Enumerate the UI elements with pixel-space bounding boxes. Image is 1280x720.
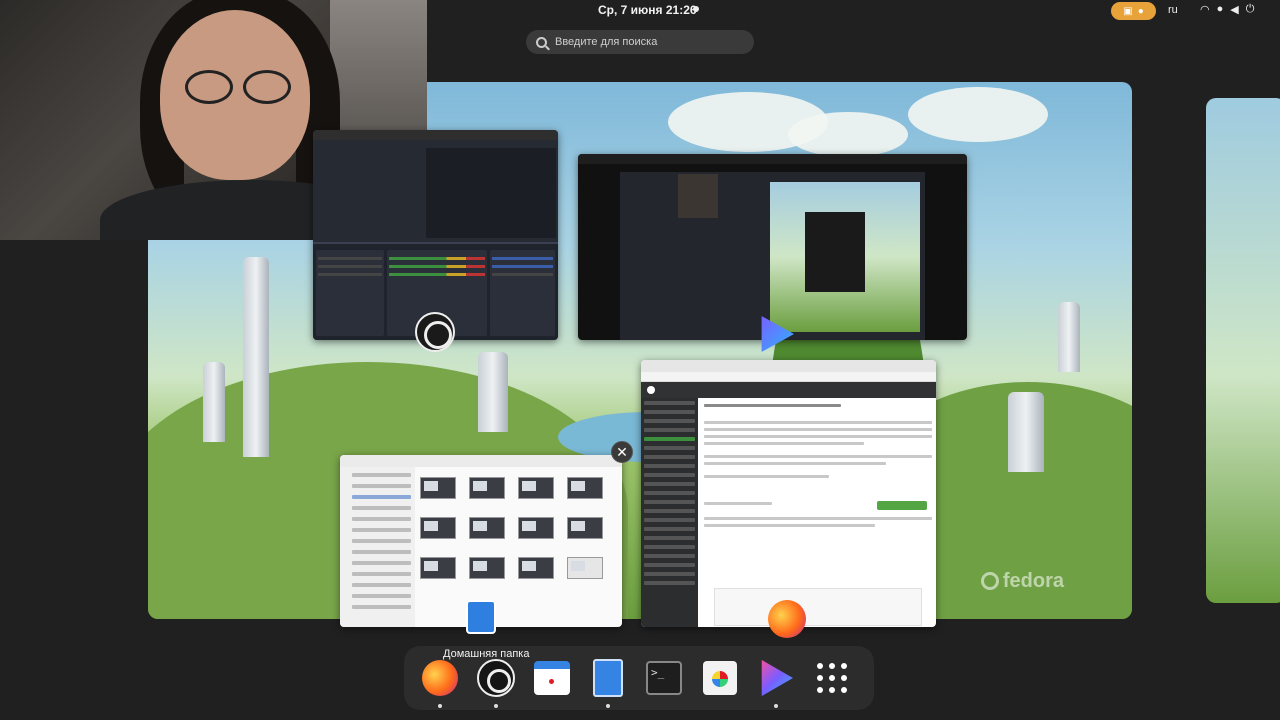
dock-item-obs[interactable] xyxy=(474,656,518,708)
tower xyxy=(1008,392,1044,472)
video-file[interactable] xyxy=(420,477,456,499)
firefox-app-icon xyxy=(768,600,806,638)
tower xyxy=(243,257,269,457)
video-file[interactable] xyxy=(469,517,505,539)
browser-address-bar xyxy=(641,372,936,382)
running-indicator xyxy=(438,704,442,708)
microphone-icon: ● xyxy=(1216,3,1224,15)
dock-item-firefox[interactable] xyxy=(418,656,462,708)
screen-recording-indicator[interactable]: ▣ ● xyxy=(1111,2,1156,20)
files-app-icon xyxy=(466,600,496,634)
recording-terminal xyxy=(805,212,865,292)
recording-webcam xyxy=(678,174,718,218)
app-grid-icon xyxy=(817,663,847,693)
volume-icon: ◀ xyxy=(1230,4,1239,16)
show-apps-button[interactable] xyxy=(810,656,854,700)
keyboard-layout-indicator[interactable]: ru xyxy=(1168,4,1178,16)
notification-indicator xyxy=(693,6,699,12)
tower xyxy=(1058,302,1080,372)
stepik-lesson-text xyxy=(704,404,932,531)
next-step-button[interactable] xyxy=(877,501,927,510)
video-file[interactable] xyxy=(567,477,603,499)
cloud xyxy=(908,87,1048,142)
obs-sources-panel xyxy=(316,250,384,336)
running-indicator xyxy=(494,704,498,708)
recorder-icon xyxy=(761,660,793,696)
screen-recording-icon: ▣ xyxy=(1123,5,1133,17)
dock-item-software[interactable] xyxy=(698,656,742,700)
video-file[interactable] xyxy=(567,517,603,539)
fedora-logo-icon xyxy=(980,572,999,590)
document-file[interactable] xyxy=(567,557,603,579)
files-icon xyxy=(593,659,623,697)
cloud xyxy=(788,112,908,157)
search-input[interactable] xyxy=(555,36,745,48)
video-file[interactable] xyxy=(469,557,505,579)
obs-controls-panel xyxy=(490,250,555,336)
comment-code-block xyxy=(714,588,922,626)
obs-window-thumbnail[interactable] xyxy=(313,130,558,340)
video-file[interactable] xyxy=(518,517,554,539)
power-icon: ⏻ xyxy=(1245,3,1255,15)
obs-app-icon xyxy=(415,312,455,352)
stepik-logo-icon xyxy=(647,386,655,394)
fedora-label: fedora xyxy=(1002,570,1064,592)
fedora-watermark: fedora xyxy=(980,570,1064,593)
terminal-icon: >_ xyxy=(646,661,682,695)
tower xyxy=(203,362,225,442)
gnome-overview: fedora ✕ Ср, 7 июня 21:26 ▣ ● ru ◠ ● ◀ ⏻… xyxy=(0,0,1280,720)
dock-item-calendar[interactable] xyxy=(530,656,574,700)
video-file[interactable] xyxy=(420,517,456,539)
dock-item-terminal[interactable]: >_ xyxy=(642,656,686,700)
search-bar[interactable] xyxy=(526,30,754,54)
dock-tooltip: Домашняя папка xyxy=(443,648,530,660)
obs-icon xyxy=(477,659,515,697)
video-file[interactable] xyxy=(518,557,554,579)
system-tray[interactable]: ◠ ● ◀ ⏻ xyxy=(1200,3,1254,16)
browser-tabs xyxy=(641,360,936,372)
mic-indicator-icon: ● xyxy=(1137,5,1144,17)
recording-content xyxy=(620,172,925,340)
firefox-icon xyxy=(422,660,458,696)
close-window-button[interactable]: ✕ xyxy=(611,441,633,463)
stepik-header xyxy=(641,382,936,398)
top-bar: Ср, 7 июня 21:26 ▣ ● ru ◠ ● ◀ ⏻ xyxy=(0,0,1280,22)
clock[interactable]: Ср, 7 июня 21:26 xyxy=(598,3,697,17)
files-grid xyxy=(420,477,620,591)
software-icon xyxy=(703,661,737,695)
recording-window-thumbnail[interactable] xyxy=(578,154,967,340)
dock-item-recorder[interactable] xyxy=(754,656,798,708)
browser-window-thumbnail[interactable] xyxy=(641,360,936,627)
video-file[interactable] xyxy=(469,477,505,499)
tower xyxy=(478,352,508,432)
running-indicator xyxy=(774,704,778,708)
stepik-sidebar xyxy=(641,398,698,627)
video-file[interactable] xyxy=(518,477,554,499)
wifi-icon: ◠ xyxy=(1200,4,1210,16)
search-icon xyxy=(536,36,547,48)
recording-window-titlebar xyxy=(578,154,967,164)
obs-preview xyxy=(426,148,556,238)
video-file[interactable] xyxy=(420,557,456,579)
dock-item-files[interactable] xyxy=(586,656,630,708)
next-workspace-thumbnail[interactable] xyxy=(1206,98,1280,603)
webcam-person-glasses xyxy=(185,70,295,106)
calendar-icon xyxy=(534,661,570,695)
obs-window-titlebar xyxy=(313,130,558,140)
files-sidebar xyxy=(340,467,415,627)
files-header xyxy=(340,455,622,467)
running-indicator xyxy=(606,704,610,708)
